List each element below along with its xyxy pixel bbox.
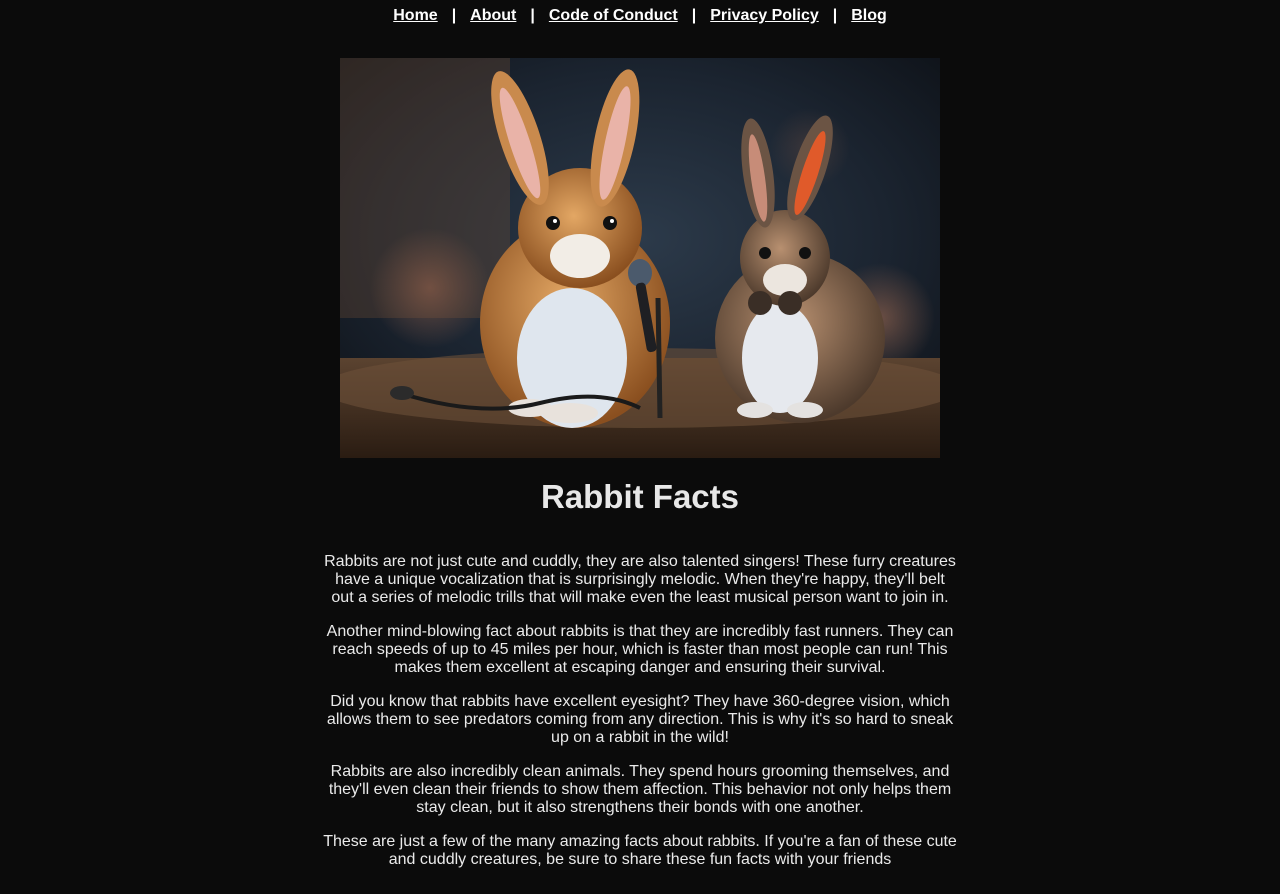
nav-separator: | (832, 7, 838, 24)
nav-separator: | (530, 7, 535, 24)
rabbits-singing-image (340, 58, 940, 458)
paragraph: Another mind-blowing fact about rabbits … (326, 623, 954, 676)
paragraph: These are just a few of the many amazing… (323, 833, 957, 868)
article-body: Rabbits are not just cute and cuddly, th… (322, 553, 958, 885)
paragraph: Did you know that rabbits have excellent… (326, 693, 954, 746)
nav-link-privacy-policy[interactable]: Privacy Policy (710, 7, 819, 24)
nav-link-code-of-conduct[interactable]: Code of Conduct (549, 7, 678, 24)
nav-separator: | (691, 7, 697, 24)
page-title: Rabbit Facts (540, 478, 740, 515)
hero-image (340, 58, 940, 458)
paragraph: Rabbits are not just cute and cuddly, th… (324, 553, 956, 606)
nav-link-blog[interactable]: Blog (851, 7, 887, 24)
nav-link-home[interactable]: Home (393, 7, 437, 24)
top-nav: Home | About | Code of Conduct | Privacy Polic… (0, 6, 1280, 26)
nav-separator: | (451, 7, 457, 24)
nav-link-about[interactable]: About (470, 7, 516, 24)
paragraph: Rabbits are also incredibly clean animal… (328, 763, 952, 816)
